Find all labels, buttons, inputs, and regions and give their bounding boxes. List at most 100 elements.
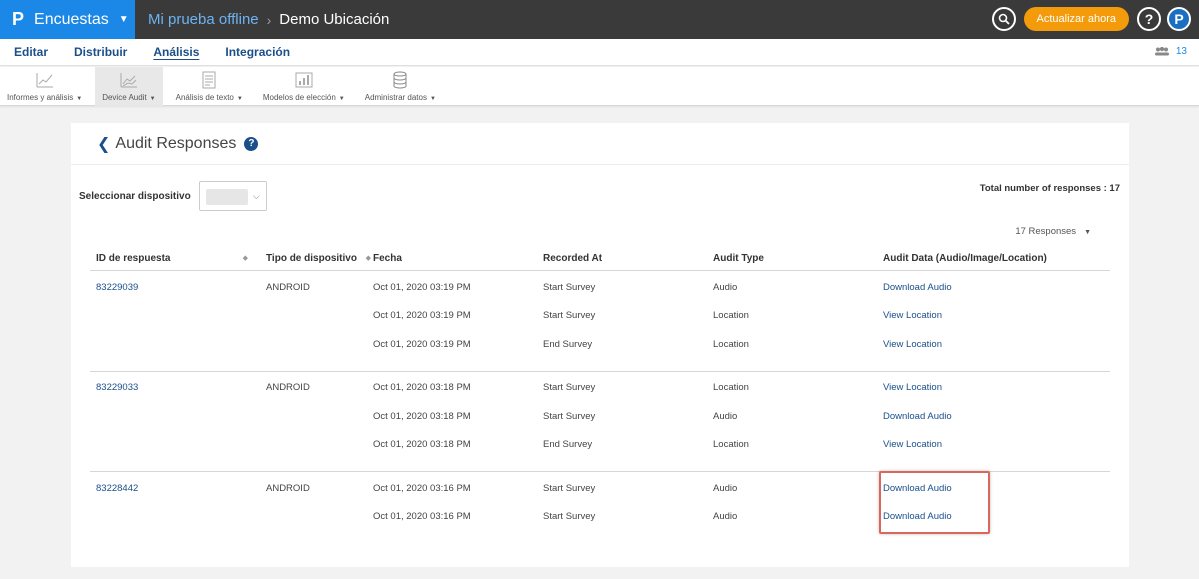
caret-down-icon: ▼ — [1084, 229, 1091, 236]
product-name: Encuestas — [34, 10, 109, 28]
upgrade-button[interactable]: Actualizar ahora — [1023, 7, 1129, 31]
audit-data-link[interactable]: Download Audio — [883, 411, 952, 422]
date: Oct 01, 2020 03:18 PM — [373, 439, 471, 451]
tool-label: Device Audit — [102, 93, 147, 102]
audit-data-link[interactable]: Download Audio — [883, 511, 952, 522]
device-type: ANDROID — [266, 382, 310, 394]
team-users[interactable]: 13 — [1154, 46, 1187, 57]
audit-type: Audio — [713, 482, 738, 494]
search-icon — [998, 13, 1010, 25]
panel-header: ❮ Audit Responses ? — [71, 123, 1129, 165]
table-row: Oct 01, 2020 03:18 PM Start Survey Audio… — [90, 402, 1110, 431]
column-header-date: Fecha — [373, 253, 402, 264]
tool-administrar-datos[interactable]: Administrar datos ▼ — [358, 67, 443, 106]
audit-responses-panel: ❮ Audit Responses ? Seleccionar disposit… — [71, 123, 1129, 567]
sort-icon[interactable]: ◆ — [366, 254, 371, 262]
audit-data-link[interactable]: Download Audio — [883, 282, 952, 293]
back-icon[interactable]: ❮ — [97, 134, 110, 154]
caret-down-icon: ▼ — [118, 14, 129, 25]
date: Oct 01, 2020 03:16 PM — [373, 511, 471, 523]
recorded-at: End Survey — [543, 439, 593, 451]
table-row: 83229039 ANDROID Oct 01, 2020 03:19 PM S… — [90, 273, 1110, 302]
database-icon — [393, 71, 407, 89]
caret-down-icon: ▼ — [149, 96, 156, 102]
audit-table: ID de respuesta ◆ Tipo de dispositivo ◆ Fe… — [90, 247, 1110, 543]
column-header-type: Audit Type — [713, 253, 764, 264]
product-switcher[interactable]: P Encuestas ▼ — [0, 0, 135, 39]
tool-label: Administrar datos — [364, 93, 427, 102]
caret-down-icon: ▼ — [76, 96, 83, 102]
chart-icon — [36, 73, 53, 88]
responses-dropdown[interactable]: 17 Responses ▼ — [1015, 226, 1091, 237]
tool-informes[interactable]: Informes y análisis ▼ — [0, 67, 89, 106]
table-row: Oct 01, 2020 03:19 PM End Survey Locatio… — [90, 330, 1110, 359]
breadcrumb: Mi prueba offline › Demo Ubicación — [148, 11, 389, 28]
menu-integracion[interactable]: Integración — [225, 45, 290, 59]
menu-distribuir[interactable]: Distribuir — [74, 45, 127, 59]
audit-type: Location — [713, 439, 749, 451]
table-header: ID de respuesta ◆ Tipo de dispositivo ◆ Fe… — [90, 247, 1110, 271]
recorded-at: End Survey — [543, 338, 593, 350]
main-menu: Editar Distribuir Análisis Integración 1… — [0, 39, 1199, 66]
help-button[interactable]: ? — [1137, 7, 1161, 31]
recorded-at: Start Survey — [543, 281, 596, 293]
table-row: 83228442 ANDROID Oct 01, 2020 03:16 PM S… — [90, 474, 1110, 503]
response-group: 83228442 ANDROID Oct 01, 2020 03:16 PM S… — [90, 472, 1110, 543]
table-row: Oct 01, 2020 03:18 PM End Survey Locatio… — [90, 431, 1110, 460]
responses-dropdown-label: 17 Responses — [1015, 226, 1077, 237]
breadcrumb-current-survey: Demo Ubicación — [279, 11, 390, 28]
audit-data-link[interactable]: View Location — [883, 439, 942, 450]
tool-label: Modelos de elección — [262, 93, 336, 102]
filter-label: Seleccionar dispositivo — [79, 190, 191, 202]
date: Oct 01, 2020 03:18 PM — [373, 410, 471, 422]
audit-data-link[interactable]: View Location — [883, 382, 942, 393]
sort-icon[interactable]: ◆ — [243, 254, 248, 262]
column-header-recorded: Recorded At — [543, 253, 603, 264]
tool-modelos-eleccion[interactable]: Modelos de elección ▼ — [256, 67, 352, 106]
tool-label: Informes y análisis — [7, 93, 74, 102]
tool-analisis-texto[interactable]: Análisis de texto ▼ — [169, 67, 250, 106]
menu-editar[interactable]: Editar — [14, 45, 48, 59]
users-count: 13 — [1175, 46, 1187, 57]
response-id-link[interactable]: 83229033 — [96, 382, 138, 393]
response-id-link[interactable]: 83228442 — [96, 483, 138, 494]
recorded-at: Start Survey — [543, 382, 596, 394]
profile-button[interactable]: P — [1167, 7, 1191, 31]
response-group: 83229033 ANDROID Oct 01, 2020 03:18 PM S… — [90, 372, 1110, 472]
date: Oct 01, 2020 03:16 PM — [373, 482, 471, 494]
breadcrumb-separator-icon: › — [266, 11, 272, 28]
date: Oct 01, 2020 03:19 PM — [373, 338, 471, 350]
date: Oct 01, 2020 03:18 PM — [373, 382, 471, 394]
audit-type: Audio — [713, 511, 738, 523]
brand-logo: P — [12, 9, 25, 29]
page-title: Audit Responses — [115, 134, 237, 152]
device-type: ANDROID — [266, 482, 310, 494]
breadcrumb-survey-folder[interactable]: Mi prueba offline — [148, 11, 259, 28]
device-type: ANDROID — [266, 281, 310, 293]
device-select[interactable]: ⌵ — [198, 181, 267, 211]
recorded-at: Start Survey — [543, 410, 596, 422]
response-id-link[interactable]: 83229039 — [96, 282, 138, 293]
recorded-at: Start Survey — [543, 511, 596, 523]
column-header-id[interactable]: ID de respuesta ◆ — [90, 253, 260, 264]
column-header-data: Audit Data (Audio/Image/Location) — [883, 253, 1047, 264]
analysis-toolbar: Informes y análisis ▼ Device Audit ▼ Análi… — [0, 67, 1199, 106]
audit-type: Location — [713, 382, 749, 394]
chevron-down-icon: ⌵ — [252, 190, 260, 201]
tool-label: Análisis de texto — [175, 93, 234, 102]
audit-data-link[interactable]: View Location — [883, 310, 942, 321]
audit-data-link[interactable]: Download Audio — [883, 483, 952, 494]
audit-data-link[interactable]: View Location — [883, 339, 942, 350]
device-filter: Seleccionar dispositivo ⌵ — [79, 181, 267, 211]
help-icon[interactable]: ? — [244, 136, 259, 151]
tool-device-audit[interactable]: Device Audit ▼ — [95, 67, 163, 106]
column-header-device[interactable]: Tipo de dispositivo ◆ — [260, 253, 373, 264]
caret-down-icon: ▼ — [429, 96, 436, 102]
table-row: Oct 01, 2020 03:19 PM Start Survey Locat… — [90, 302, 1110, 331]
total-responses: Total number of responses : 17 — [979, 183, 1120, 194]
caret-down-icon: ▼ — [236, 96, 243, 102]
search-button[interactable] — [991, 7, 1016, 31]
top-bar: P Encuestas ▼ Mi prueba offline › Demo U… — [0, 0, 1199, 39]
menu-analisis[interactable]: Análisis — [153, 45, 199, 59]
table-row: 83229033 ANDROID Oct 01, 2020 03:18 PM S… — [90, 374, 1110, 403]
